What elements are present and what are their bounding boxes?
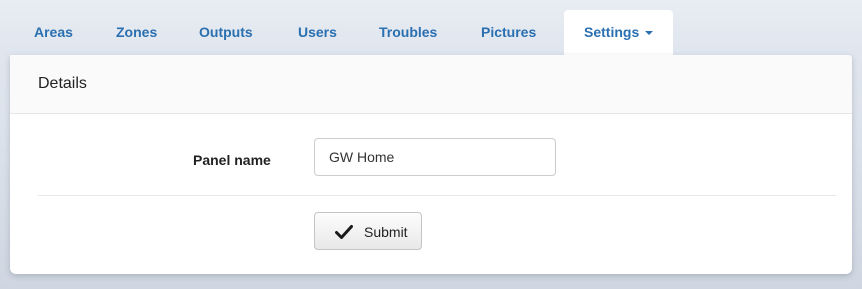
panel-name-label: Panel name — [193, 152, 271, 168]
tab-users[interactable]: Users — [298, 10, 337, 55]
top-nav: Areas Zones Outputs Users Troubles Pictu… — [0, 0, 862, 55]
panel-heading: Details — [10, 55, 852, 114]
tab-zones[interactable]: Zones — [116, 10, 157, 55]
tab-troubles[interactable]: Troubles — [379, 10, 437, 55]
panel-title: Details — [38, 75, 87, 92]
panel-name-input[interactable]: GW Home — [314, 138, 556, 176]
checkmark-icon — [335, 225, 353, 239]
tab-areas[interactable]: Areas — [34, 10, 73, 55]
submit-button[interactable]: Submit — [314, 212, 422, 250]
form-divider — [38, 195, 836, 196]
tab-outputs[interactable]: Outputs — [199, 10, 253, 55]
submit-label: Submit — [364, 224, 408, 240]
details-panel: Details Panel name GW Home Submit — [10, 55, 852, 274]
tab-settings[interactable]: Settings — [564, 10, 674, 55]
tab-settings-label: Settings — [584, 24, 640, 40]
caret-down-icon — [645, 31, 654, 35]
tab-pictures[interactable]: Pictures — [481, 10, 536, 55]
